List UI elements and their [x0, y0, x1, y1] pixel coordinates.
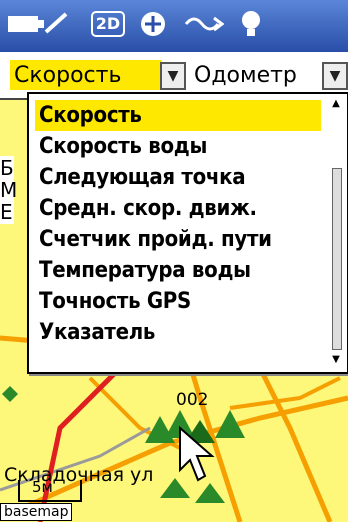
signal-wave-icon	[184, 9, 224, 39]
list-item[interactable]: Скорость воды	[35, 131, 321, 162]
scrollbar-thumb[interactable]	[332, 168, 342, 350]
map-scale-label: 5м	[32, 478, 53, 496]
data-field-right-dropdown-button[interactable]: ▼	[322, 62, 348, 90]
data-field-right[interactable]: Одометр	[190, 60, 314, 90]
dropdown-scrollbar[interactable]: ▲ ▼	[329, 98, 343, 365]
gps-screen: Б М Е 002 Складочная ул 5м basemap 2D Ск…	[0, 0, 348, 522]
list-item[interactable]: Скорость	[35, 100, 321, 131]
satellite-icon	[136, 9, 170, 39]
basemap-label: basemap	[0, 503, 73, 521]
status-bar: 2D	[0, 0, 348, 52]
map-side-letter: М	[0, 178, 18, 202]
battery-icon	[6, 9, 68, 39]
waypoint-label: 002	[176, 390, 209, 410]
list-item[interactable]: Указатель	[35, 317, 321, 348]
list-item[interactable]: Точность GPS	[35, 286, 321, 317]
2d-gps-icon: 2D	[88, 9, 128, 39]
gps-mode-label: 2D	[90, 11, 126, 37]
chevron-down-icon: ▼	[167, 68, 179, 84]
list-item[interactable]: Средн. скор. движ.	[35, 193, 321, 224]
backlight-icon	[236, 9, 266, 39]
list-item[interactable]: Счетчик пройд. пути	[35, 224, 321, 255]
field-options-list: Скорость Скорость воды Следующая точка С…	[35, 100, 321, 348]
chevron-down-icon: ▼	[329, 68, 341, 84]
list-item[interactable]: Температура воды	[35, 255, 321, 286]
field-options-dropdown: Скорость Скорость воды Следующая точка С…	[27, 92, 348, 374]
data-field-left-dropdown-button[interactable]: ▼	[160, 62, 186, 90]
map-side-letter: Б	[0, 156, 14, 180]
data-field-left[interactable]: Скорость	[10, 60, 162, 90]
list-item[interactable]: Следующая точка	[35, 162, 321, 193]
scroll-up-arrow-icon[interactable]: ▲	[329, 98, 343, 109]
map-side-letter: Е	[0, 200, 14, 224]
scroll-down-arrow-icon[interactable]: ▼	[329, 354, 343, 365]
